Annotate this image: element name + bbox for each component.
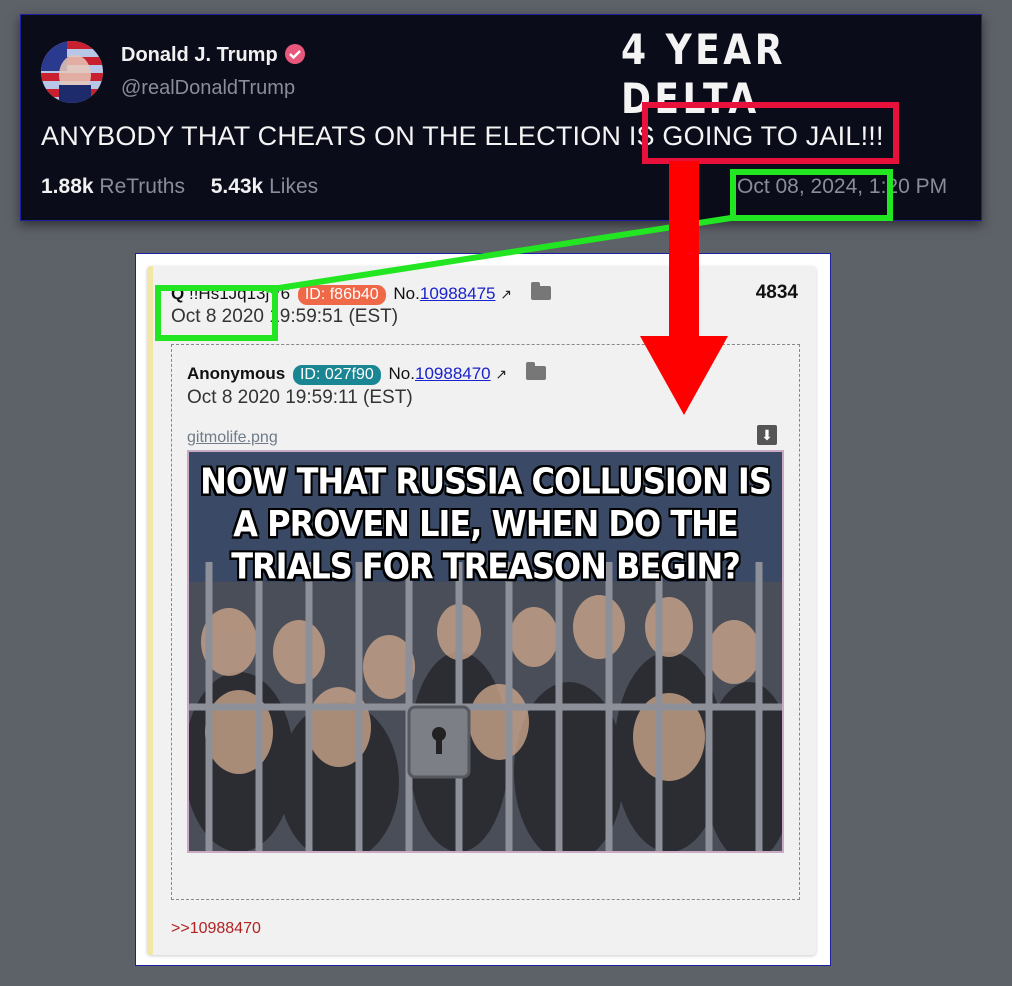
external-link-icon[interactable]: ↗ xyxy=(495,366,507,382)
post-id-badge[interactable]: ID: f86b40 xyxy=(297,285,386,305)
tweet-stats: 1.88k ReTruths 5.43k Likes xyxy=(41,175,318,199)
retruths-label[interactable]: ReTruths xyxy=(99,175,185,198)
quoted-number-link[interactable]: 10988470 xyxy=(415,364,491,383)
external-link-icon[interactable]: ↗ xyxy=(500,286,512,302)
tweet-date[interactable]: Oct 08, 2024, 1:20 PM xyxy=(737,175,947,199)
tweet-text: ANYBODY THAT CHEATS ON THE ELECTION IS G… xyxy=(41,121,884,151)
author-name[interactable]: Donald J. Trump xyxy=(121,43,306,67)
quoted-number: No.10988470 xyxy=(388,364,491,383)
post-header: Q !!Hs1Jq13jV6 ID: f86b40 No.10988475 ↗ xyxy=(171,282,551,305)
post-count: 4834 xyxy=(755,282,798,303)
post-author: Q xyxy=(171,284,185,303)
post-date: Oct 8 2020 19:59:51 (EST) xyxy=(171,306,399,327)
likes-label[interactable]: Likes xyxy=(269,175,318,198)
post-tripcode: !!Hs1Jq13jV6 xyxy=(188,284,291,303)
post-number: No.10988475 xyxy=(393,284,496,303)
retruths-count: 1.88k xyxy=(41,175,94,198)
post-number-link[interactable]: 10988475 xyxy=(420,284,496,303)
quoted-date: Oct 8 2020 19:59:11 (EST) xyxy=(187,387,413,408)
headline: 4 YEAR DELTA xyxy=(621,25,786,123)
download-icon[interactable]: ⬇ xyxy=(757,425,777,445)
verified-badge-icon xyxy=(284,43,306,65)
meme-image[interactable]: NOW THAT RUSSIA COLLUSION IS A PROVEN LI… xyxy=(187,450,784,853)
quoted-post: Anonymous ID: 027f90 No.10988470 ↗ Oct 8… xyxy=(171,344,800,900)
reply-backlink[interactable]: >>10988470 xyxy=(171,920,261,938)
quoted-header: Anonymous ID: 027f90 No.10988470 ↗ xyxy=(187,362,546,385)
quoted-author: Anonymous xyxy=(187,364,286,383)
author-handle[interactable]: @realDonaldTrump xyxy=(121,77,295,100)
q-post: Q !!Hs1Jq13jV6 ID: f86b40 No.10988475 ↗ … xyxy=(147,266,816,955)
likes-count: 5.43k xyxy=(210,175,264,198)
quoted-id-badge[interactable]: ID: 027f90 xyxy=(292,365,381,385)
folder-icon[interactable] xyxy=(525,362,546,380)
meme-caption: NOW THAT RUSSIA COLLUSION IS A PROVEN LI… xyxy=(200,460,772,588)
tweet-card: Donald J. Trump @realDonaldTrump 4 YEAR … xyxy=(20,14,982,221)
image-filename-link[interactable]: gitmolife.png xyxy=(187,429,278,447)
post-panel: Q !!Hs1Jq13jV6 ID: f86b40 No.10988475 ↗ … xyxy=(135,253,831,966)
folder-icon[interactable] xyxy=(530,282,551,300)
avatar[interactable] xyxy=(41,41,103,103)
